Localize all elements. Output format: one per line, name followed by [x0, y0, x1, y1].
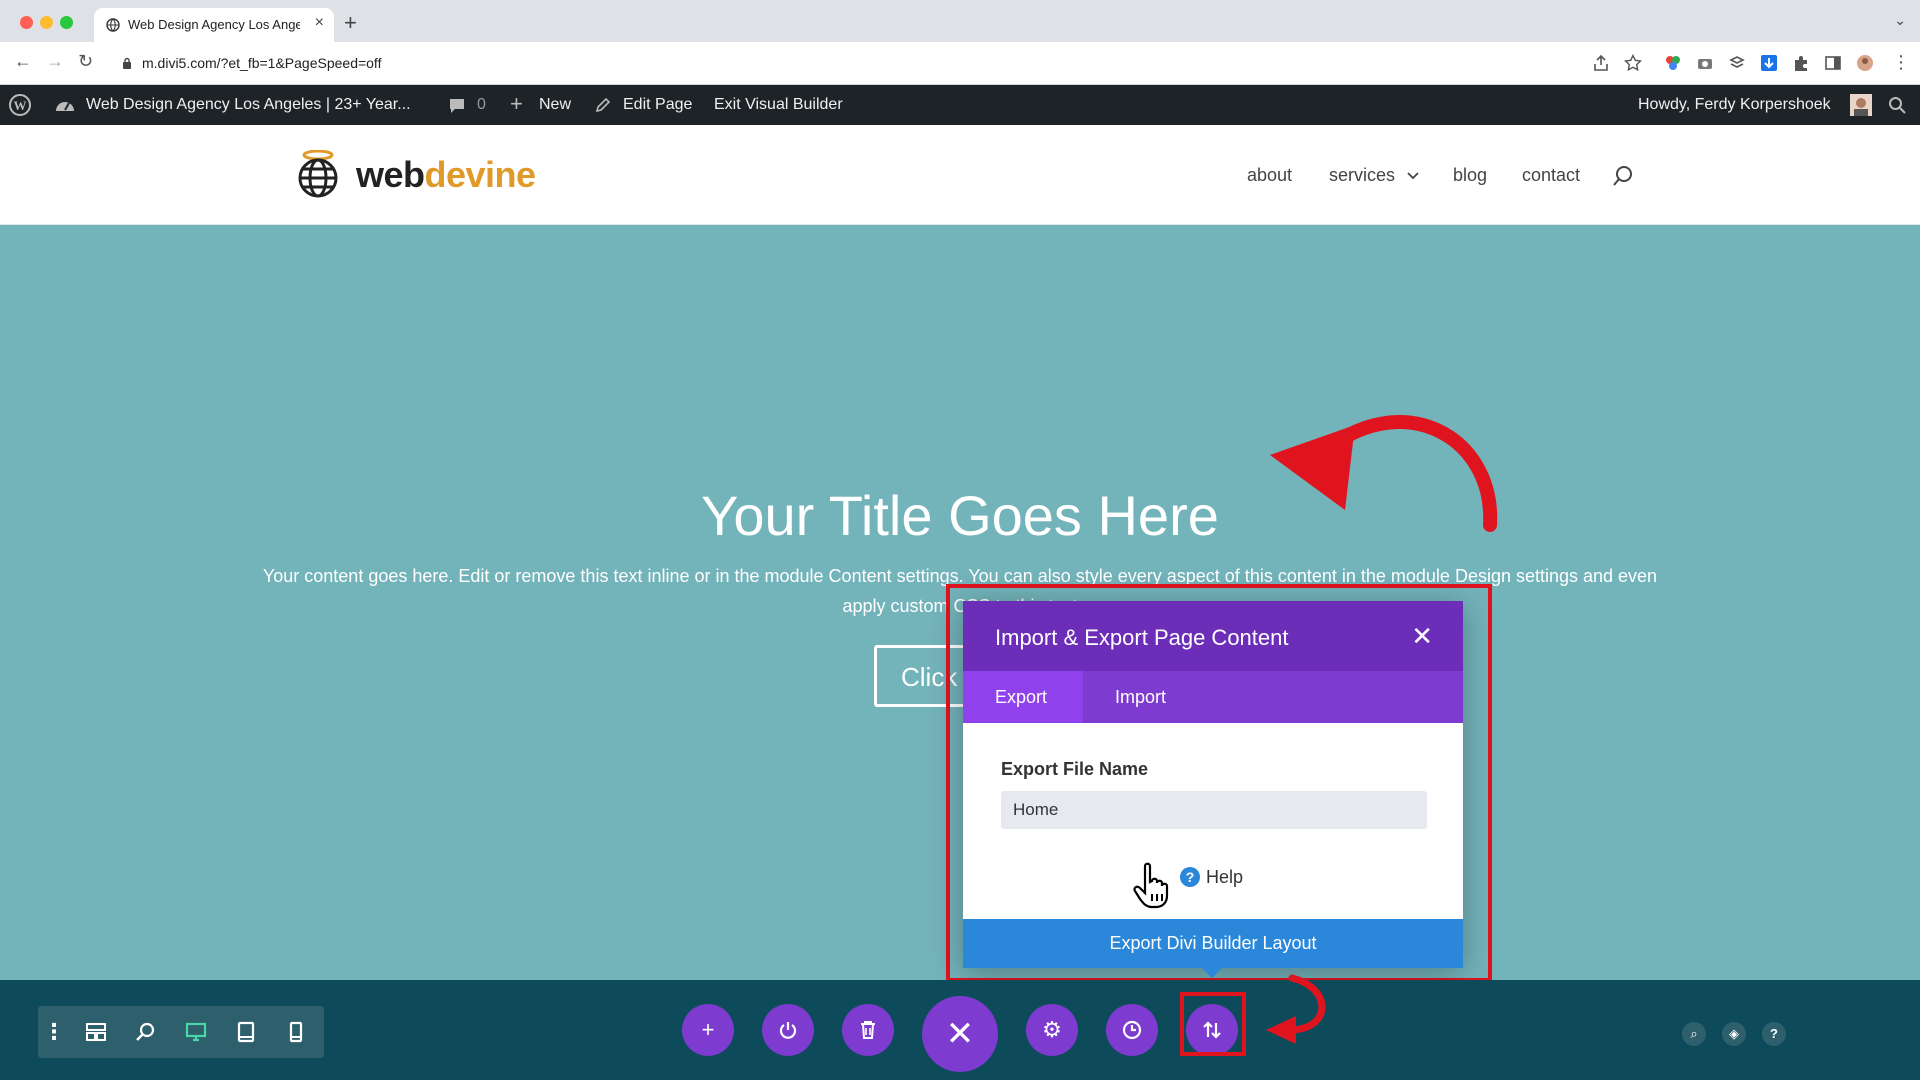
color-extension-icon[interactable]: [1664, 54, 1682, 72]
portability-modal: Import & Export Page Content ✕ Export Im…: [963, 601, 1463, 968]
camera-icon[interactable]: [1696, 54, 1714, 72]
export-file-name-label: Export File Name: [1001, 759, 1149, 779]
profile-avatar[interactable]: [1856, 54, 1874, 72]
annotation-small-arrow-icon: [1266, 974, 1326, 1044]
site-logo[interactable]: webdevine: [356, 154, 536, 196]
comment-icon[interactable]: [448, 97, 466, 115]
help-icon: ?: [1180, 867, 1200, 887]
browser-tab-bar: Web Design Agency Los Angel × + ⌄: [0, 0, 1920, 42]
add-icon[interactable]: +: [682, 1004, 734, 1056]
more-icon[interactable]: ⋮: [42, 1020, 66, 1044]
tab-title: Web Design Agency Los Angel: [128, 17, 300, 32]
close-tab-icon[interactable]: ×: [315, 14, 324, 32]
tab-export[interactable]: Export: [963, 671, 1083, 723]
maximize-window-button[interactable]: [60, 16, 73, 29]
close-window-button[interactable]: [20, 16, 33, 29]
trash-icon[interactable]: [842, 1004, 894, 1056]
comment-count: 0: [477, 96, 486, 113]
new-tab-icon[interactable]: +: [344, 10, 357, 36]
search-icon[interactable]: ⌕: [1682, 1022, 1706, 1046]
sidepanel-icon[interactable]: [1824, 54, 1842, 72]
user-avatar[interactable]: [1850, 94, 1872, 116]
reload-icon[interactable]: ↻: [78, 51, 93, 72]
settings-icon[interactable]: ⚙: [1026, 1004, 1078, 1056]
logo-web: web: [356, 154, 425, 195]
modal-header: Import & Export Page Content ✕: [963, 601, 1463, 671]
edit-page-link[interactable]: Edit Page: [623, 96, 692, 114]
download-icon[interactable]: [1760, 54, 1778, 72]
close-icon[interactable]: ✕: [1411, 621, 1433, 652]
export-file-name-input[interactable]: [1001, 791, 1427, 829]
wordpress-icon[interactable]: W: [8, 93, 32, 117]
url-text: m.divi5.com/?et_fb=1&PageSpeed=off: [142, 55, 382, 71]
dashboard-icon: [56, 102, 74, 111]
globe-icon: [106, 18, 120, 32]
menu-dots-icon[interactable]: ⋮: [1892, 52, 1910, 73]
divi-builder-bar: ⋮ + ✕ ⚙ ⌕ ◈ ?: [0, 980, 1920, 1080]
logo-devine: devine: [424, 154, 537, 195]
tab-import[interactable]: Import: [1083, 671, 1198, 723]
close-icon[interactable]: ✕: [922, 996, 998, 1072]
view-mode-group: ⋮: [38, 1006, 324, 1058]
phone-icon[interactable]: [284, 1020, 308, 1044]
annotation-arrow-icon: [1270, 415, 1498, 532]
hand-cursor-icon: [1133, 862, 1169, 909]
exit-visual-builder-link[interactable]: Exit Visual Builder: [714, 96, 843, 114]
puzzle-icon[interactable]: [1792, 54, 1810, 72]
help-label: Help: [1206, 867, 1244, 887]
modal-title: Import & Export Page Content: [995, 625, 1289, 650]
back-icon[interactable]: ←: [14, 51, 32, 72]
wireframe-icon[interactable]: [84, 1020, 108, 1044]
star-icon[interactable]: [1624, 54, 1642, 72]
nav-blog[interactable]: blog: [1453, 165, 1487, 186]
logo-globe-icon[interactable]: [296, 150, 340, 198]
address-bar[interactable]: m.divi5.com/?et_fb=1&PageSpeed=off: [110, 49, 1670, 79]
site-header: webdevine about services blog contact: [0, 125, 1920, 225]
browser-toolbar: ← → ↻ m.divi5.com/?et_fb=1&PageSpeed=off…: [0, 42, 1920, 85]
save-icon[interactable]: [762, 1004, 814, 1056]
tablet-icon[interactable]: [234, 1020, 258, 1044]
zoom-icon[interactable]: [134, 1020, 158, 1044]
forward-icon[interactable]: →: [46, 51, 64, 72]
nav-contact[interactable]: contact: [1522, 165, 1580, 186]
hero-title[interactable]: Your Title Goes Here: [0, 483, 1920, 548]
pencil-icon: [595, 97, 611, 113]
new-link[interactable]: New: [539, 96, 571, 114]
search-icon[interactable]: [1888, 96, 1906, 114]
help-icon[interactable]: ?: [1762, 1022, 1786, 1046]
search-icon[interactable]: [1612, 165, 1634, 187]
howdy-user[interactable]: Howdy, Ferdy Korpershoek: [1638, 96, 1831, 114]
modal-pointer: [1200, 966, 1224, 978]
extension-icon[interactable]: [1728, 54, 1746, 72]
browser-tab[interactable]: Web Design Agency Los Angel ×: [94, 8, 334, 42]
history-icon[interactable]: [1106, 1004, 1158, 1056]
nav-about[interactable]: about: [1247, 165, 1292, 186]
export-layout-button[interactable]: Export Divi Builder Layout: [963, 919, 1463, 968]
wp-admin-bar: W Web Design Agency Los Angeles | 23+ Ye…: [0, 85, 1920, 125]
help-link[interactable]: ? Help: [1180, 867, 1243, 888]
chevron-down-icon[interactable]: ⌄: [1894, 12, 1906, 29]
svg-text:W: W: [14, 98, 27, 113]
minimize-window-button[interactable]: [40, 16, 53, 29]
chevron-down-icon[interactable]: [1407, 172, 1419, 180]
plus-icon: +: [510, 91, 523, 116]
share-icon[interactable]: [1592, 54, 1610, 72]
annotation-button-highlight: [1180, 992, 1246, 1056]
desktop-icon[interactable]: [184, 1020, 208, 1044]
layers-icon[interactable]: ◈: [1722, 1022, 1746, 1046]
lock-icon: [123, 57, 131, 69]
nav-services[interactable]: services: [1329, 165, 1395, 186]
modal-tabs: Export Import: [963, 671, 1463, 723]
site-name-link[interactable]: Web Design Agency Los Angeles | 23+ Year…: [86, 96, 411, 114]
